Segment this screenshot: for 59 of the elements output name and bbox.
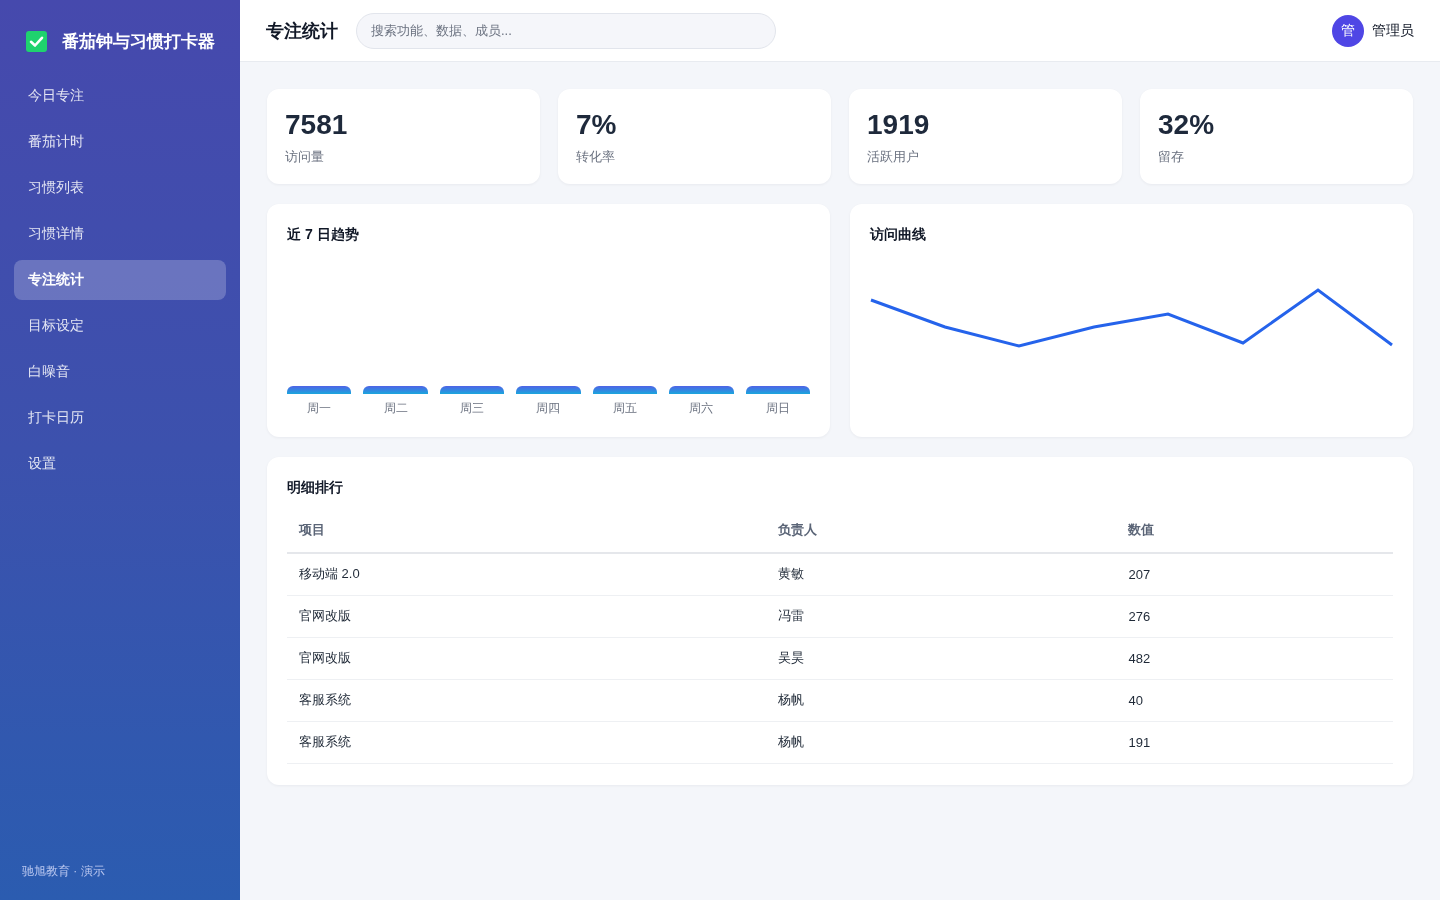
table-cell: 吴昊 bbox=[765, 637, 1117, 679]
table-cell: 移动端 2.0 bbox=[287, 553, 766, 595]
footer-text: 驰旭教育 · 演示 bbox=[21, 863, 105, 880]
bar-label: 周四 bbox=[535, 400, 562, 417]
app-title: 番茄钟与习惯打卡器 bbox=[62, 30, 215, 53]
check-icon bbox=[26, 30, 47, 52]
stat-label: 访问量 bbox=[285, 148, 325, 166]
user-name: 管理员 bbox=[1372, 21, 1414, 40]
table-cell: 40 bbox=[1116, 679, 1393, 721]
bar-label: 周五 bbox=[611, 400, 638, 417]
column-header: 负责人 bbox=[765, 507, 1117, 553]
nav-item[interactable]: 习惯详情 bbox=[14, 214, 226, 254]
table-cell: 杨帆 bbox=[765, 679, 1117, 721]
stat-value: 7581 bbox=[285, 108, 349, 142]
table-cell: 黄敏 bbox=[765, 553, 1117, 595]
table-cell: 杨帆 bbox=[765, 721, 1117, 763]
table-cell: 276 bbox=[1116, 595, 1393, 637]
table-cell: 官网改版 bbox=[287, 595, 766, 637]
search-field[interactable]: 搜索功能、数据、成员... bbox=[356, 12, 776, 49]
stat-value: 32% bbox=[1158, 108, 1216, 142]
table-cell: 191 bbox=[1116, 721, 1393, 763]
stat-value: 7% bbox=[576, 108, 618, 142]
table-cell: 客服系统 bbox=[287, 679, 766, 721]
table-cell: 冯雷 bbox=[765, 595, 1117, 637]
chart-bar bbox=[745, 386, 810, 394]
nav-item[interactable]: 专注统计 bbox=[14, 260, 226, 300]
bar-label: 周六 bbox=[688, 400, 715, 417]
nav-item[interactable]: 番茄计时 bbox=[14, 122, 226, 162]
stat-label: 活跃用户 bbox=[867, 148, 920, 166]
table-cell: 207 bbox=[1116, 553, 1393, 595]
chart-bar bbox=[516, 386, 581, 394]
nav-item[interactable]: 习惯列表 bbox=[14, 168, 226, 208]
bar-label: 周二 bbox=[382, 400, 409, 417]
table-cell: 官网改版 bbox=[287, 637, 766, 679]
chart-bar bbox=[669, 386, 734, 394]
table-cell: 客服系统 bbox=[287, 721, 766, 763]
bar-label: 周一 bbox=[306, 400, 333, 417]
chart-title: 近 7 日趋势 bbox=[287, 225, 360, 244]
chart-title: 访问曲线 bbox=[870, 225, 927, 244]
chart-bar bbox=[363, 386, 428, 394]
table-title: 明细排行 bbox=[287, 478, 344, 497]
stat-value: 1919 bbox=[867, 108, 931, 142]
column-header: 数值 bbox=[1116, 507, 1393, 553]
nav-item[interactable]: 白噪音 bbox=[14, 352, 226, 392]
stat-label: 转化率 bbox=[576, 148, 616, 166]
avatar[interactable]: 管 bbox=[1332, 14, 1364, 47]
nav-item[interactable]: 打卡日历 bbox=[14, 398, 226, 438]
chart-bar bbox=[439, 386, 505, 394]
nav-item[interactable]: 今日专注 bbox=[14, 76, 226, 116]
chart-bar bbox=[287, 386, 352, 394]
column-header: 项目 bbox=[287, 507, 766, 553]
nav-item[interactable]: 目标设定 bbox=[14, 306, 226, 346]
nav-item[interactable]: 设置 bbox=[14, 444, 226, 484]
page-title: 专注统计 bbox=[266, 19, 338, 43]
stat-label: 留存 bbox=[1158, 148, 1185, 166]
table-cell: 482 bbox=[1116, 637, 1393, 679]
bar-label: 周日 bbox=[764, 400, 791, 417]
bar-label: 周三 bbox=[459, 400, 486, 417]
chart-bar bbox=[592, 386, 658, 394]
